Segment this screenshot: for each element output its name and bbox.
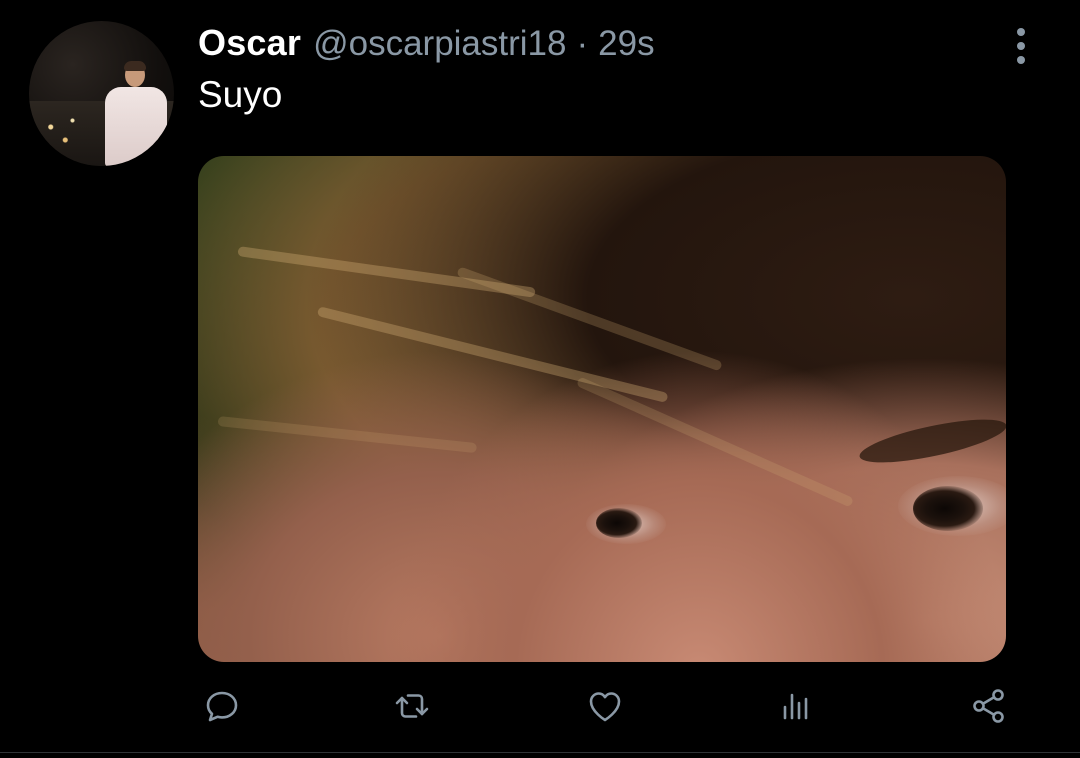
- avatar[interactable]: [29, 21, 174, 166]
- tweet[interactable]: Oscar @oscarpiastri18 · 29s Suyo: [0, 0, 1080, 758]
- hair-streak: [575, 376, 855, 508]
- share-button[interactable]: [965, 682, 1013, 730]
- more-vertical-icon-dot-3: [1017, 56, 1025, 64]
- tweet-divider: [0, 752, 1080, 753]
- right-eye: [913, 486, 983, 531]
- tweet-timestamp[interactable]: 29s: [598, 24, 654, 64]
- tweet-action-bar: [198, 682, 1016, 734]
- hair-streak: [217, 416, 478, 454]
- share-icon: [973, 689, 1004, 723]
- tweet-media-photo[interactable]: [198, 156, 1006, 662]
- left-eye: [596, 508, 642, 538]
- header-separator: ·: [576, 24, 589, 63]
- hair-streak: [237, 246, 536, 298]
- avatar-person-body: [105, 87, 167, 166]
- avatar-person-hair: [124, 61, 146, 71]
- more-vertical-icon: [1017, 28, 1025, 36]
- tweet-header: Oscar @oscarpiastri18 · 29s: [198, 22, 655, 70]
- reply-button[interactable]: [198, 682, 246, 730]
- more-options-button[interactable]: [1004, 26, 1038, 66]
- right-eyebrow: [856, 410, 1006, 472]
- analytics-icon: [783, 693, 808, 720]
- like-button[interactable]: [581, 682, 629, 730]
- author-handle[interactable]: @oscarpiastri18: [313, 24, 566, 64]
- analytics-button[interactable]: [772, 682, 820, 730]
- reply-icon: [206, 691, 238, 722]
- retweet-button[interactable]: [388, 682, 436, 730]
- heart-icon: [589, 692, 621, 722]
- more-vertical-icon-dot-2: [1017, 42, 1025, 50]
- author-name[interactable]: Oscar: [198, 22, 301, 64]
- tweet-text: Suyo: [198, 74, 283, 115]
- retweet-icon: [395, 694, 429, 718]
- hair-streak: [316, 306, 669, 403]
